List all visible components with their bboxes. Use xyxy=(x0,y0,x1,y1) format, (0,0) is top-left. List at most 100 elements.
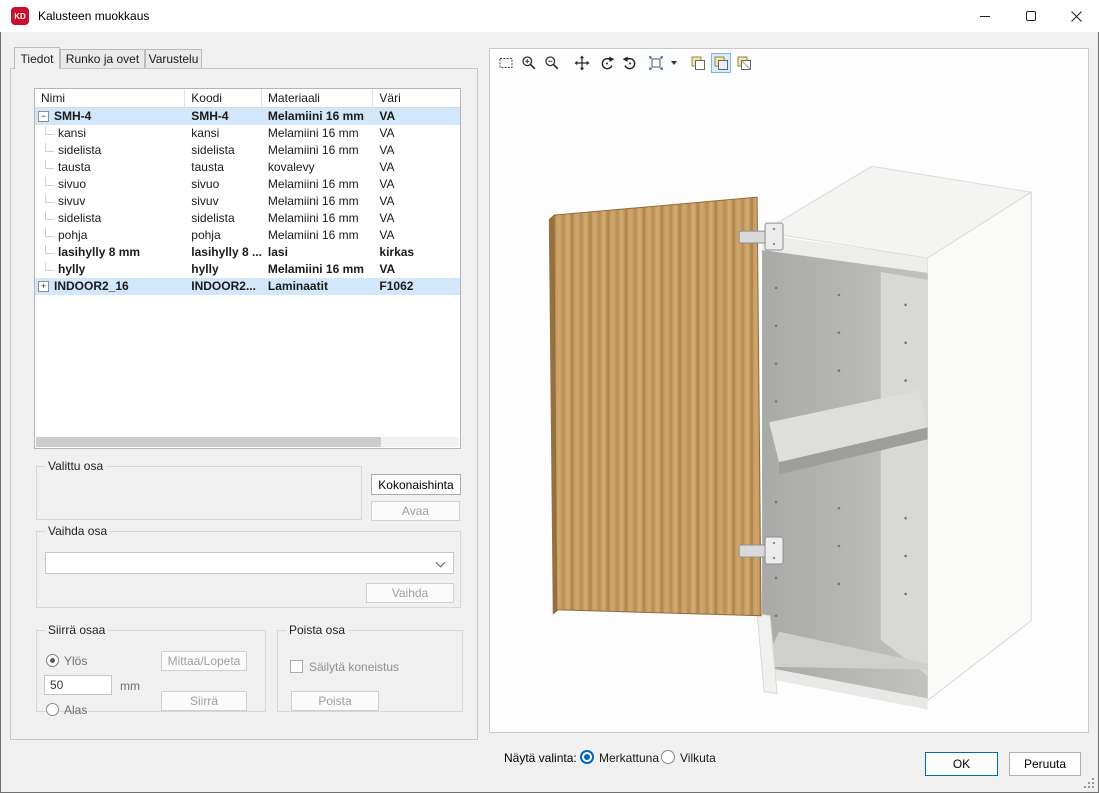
pan-icon[interactable] xyxy=(572,53,592,73)
ylos-radio[interactable] xyxy=(46,654,59,667)
group-vaihda-osa-label: Vaihda osa xyxy=(45,524,110,538)
resize-grip[interactable] xyxy=(1084,778,1095,789)
cell-väri: VA xyxy=(373,159,460,176)
siirra-button[interactable]: Siirrä xyxy=(161,691,247,711)
sailyta-koneistus-label: Säilytä koneistus xyxy=(309,660,399,674)
view-copy-1-icon[interactable] xyxy=(688,53,708,73)
cell-nimi: hylly xyxy=(35,261,185,278)
zoom-window-icon[interactable] xyxy=(496,53,516,73)
cell-nimi: sivuo xyxy=(35,176,185,193)
cell-väri: VA xyxy=(373,227,460,244)
sailyta-koneistus-checkbox[interactable] xyxy=(290,660,303,673)
expander-minus-icon[interactable]: − xyxy=(38,111,49,122)
view-copy-2-icon[interactable] xyxy=(711,53,731,73)
cell-materiaali: Melamiini 16 mm xyxy=(262,227,373,244)
merkattuna-radio[interactable] xyxy=(580,750,594,764)
tab-tiedot-label: Tiedot xyxy=(21,52,54,66)
table-row[interactable]: sidelistasidelistaMelamiini 16 mmVA xyxy=(35,142,460,159)
table-row[interactable]: sidelistasidelistaMelamiini 16 mmVA xyxy=(35,210,460,227)
cell-väri: F1062 xyxy=(373,278,460,295)
vaihda-osa-combobox[interactable] xyxy=(45,552,454,574)
minimize-button[interactable] xyxy=(962,0,1008,32)
cell-nimi: sivuv xyxy=(35,193,185,210)
cabinet-3d-view[interactable] xyxy=(490,73,1088,732)
viewport-3d xyxy=(489,48,1089,733)
part-name-text: sivuo xyxy=(58,176,86,193)
zoom-out-icon[interactable] xyxy=(542,53,562,73)
cell-materiaali: Melamiini 16 mm xyxy=(262,210,373,227)
vilkuta-radio-label: Vilkuta xyxy=(680,751,716,765)
column-header-koodi[interactable]: Koodi xyxy=(185,89,262,108)
vaihda-button[interactable]: Vaihda xyxy=(366,583,454,603)
distance-input[interactable] xyxy=(44,675,112,695)
tree-connector xyxy=(45,177,54,186)
view-copy-3-icon[interactable] xyxy=(734,53,754,73)
group-poista-osa-label: Poista osa xyxy=(286,623,348,637)
column-header-nimi[interactable]: Nimi xyxy=(35,89,185,108)
cabinet-body[interactable] xyxy=(757,166,1031,709)
table-row[interactable]: kansikansiMelamiini 16 mmVA xyxy=(35,125,460,142)
mittaa-lopeta-button[interactable]: Mittaa/Lopeta xyxy=(161,651,247,671)
cell-materiaali: Melamiini 16 mm xyxy=(262,261,373,278)
column-header-materiaali[interactable]: Materiaali xyxy=(262,89,373,108)
cell-väri: VA xyxy=(373,108,460,125)
poista-button[interactable]: Poista xyxy=(291,691,379,711)
table-row[interactable]: −SMH-4SMH-4Melamiini 16 mmVA xyxy=(35,108,460,125)
tree-connector xyxy=(45,160,54,169)
table-row[interactable]: hyllyhyllyMelamiini 16 mmVA xyxy=(35,261,460,278)
kokonaishinta-button[interactable]: Kokonaishinta xyxy=(371,474,461,495)
alas-radio-label: Alas xyxy=(64,703,87,717)
tree-connector xyxy=(45,245,54,254)
title-bar: KD Kalusteen muokkaus xyxy=(0,0,1099,32)
table-row[interactable]: pohjapohjaMelamiini 16 mmVA xyxy=(35,227,460,244)
avaa-button[interactable]: Avaa xyxy=(371,501,460,521)
cell-koodi: sidelista xyxy=(185,210,262,227)
parts-table-header: Nimi Koodi Materiaali Väri xyxy=(35,89,460,108)
part-name-text: INDOOR2_16 xyxy=(54,278,129,295)
dialog-kalusteen-muokkaus: KD Kalusteen muokkaus Tiedot Runko ja ov… xyxy=(0,0,1099,793)
cabinet-door[interactable] xyxy=(549,197,761,616)
tab-runko-ja-ovet[interactable]: Runko ja ovet xyxy=(60,49,145,68)
tab-varustelu[interactable]: Varustelu xyxy=(145,49,202,68)
peruuta-button[interactable]: Peruuta xyxy=(1009,752,1081,776)
cell-materiaali: Melamiini 16 mm xyxy=(262,108,373,125)
merkattuna-radio-label: Merkattuna xyxy=(599,751,659,765)
ok-button[interactable]: OK xyxy=(925,752,998,776)
column-header-vari[interactable]: Väri xyxy=(373,89,460,108)
cell-materiaali: Melamiini 16 mm xyxy=(262,193,373,210)
group-vaihda-osa: Vaihda osa Vaihda xyxy=(36,531,461,608)
rotate-ccw-icon[interactable] xyxy=(620,53,640,73)
table-row[interactable]: sivuosivuoMelamiini 16 mmVA xyxy=(35,176,460,193)
table-row[interactable]: lasihylly 8 mmlasihylly 8 ...lasikirkas xyxy=(35,244,460,261)
close-button[interactable] xyxy=(1053,0,1099,32)
tree-connector xyxy=(45,228,54,237)
table-row[interactable]: taustataustakovalevyVA xyxy=(35,159,460,176)
cell-nimi: + INDOOR2_16 xyxy=(35,278,185,295)
cell-väri: VA xyxy=(373,142,460,159)
cell-nimi: kansi xyxy=(35,125,185,142)
alas-radio[interactable] xyxy=(46,703,59,716)
part-name-text: kansi xyxy=(58,125,86,142)
cell-väri: VA xyxy=(373,193,460,210)
view-dropdown-icon[interactable] xyxy=(667,53,680,73)
cell-materiaali: kovalevy xyxy=(262,159,373,176)
maximize-button[interactable] xyxy=(1008,0,1054,32)
caret-down-icon xyxy=(671,61,677,65)
tab-tiedot[interactable]: Tiedot xyxy=(14,47,60,69)
table-row[interactable]: +INDOOR2_16INDOOR2...LaminaatitF1062 xyxy=(35,278,460,295)
expander-plus-icon[interactable]: + xyxy=(38,281,49,292)
mm-unit-label: mm xyxy=(120,679,140,693)
zoom-extents-icon[interactable] xyxy=(646,53,666,73)
cell-koodi: sivuv xyxy=(185,193,262,210)
tree-connector xyxy=(45,262,54,271)
table-row[interactable]: sivuvsivuvMelamiini 16 mmVA xyxy=(35,193,460,210)
cell-väri: VA xyxy=(373,261,460,278)
cell-koodi: sivuo xyxy=(185,176,262,193)
h-scrollbar[interactable] xyxy=(36,437,459,447)
vilkuta-radio[interactable] xyxy=(661,750,675,764)
zoom-in-icon[interactable] xyxy=(519,53,539,73)
h-scrollbar-thumb[interactable] xyxy=(36,437,381,447)
cell-materiaali: Melamiini 16 mm xyxy=(262,142,373,159)
minimize-icon xyxy=(980,16,990,17)
rotate-cw-icon[interactable] xyxy=(597,53,617,73)
